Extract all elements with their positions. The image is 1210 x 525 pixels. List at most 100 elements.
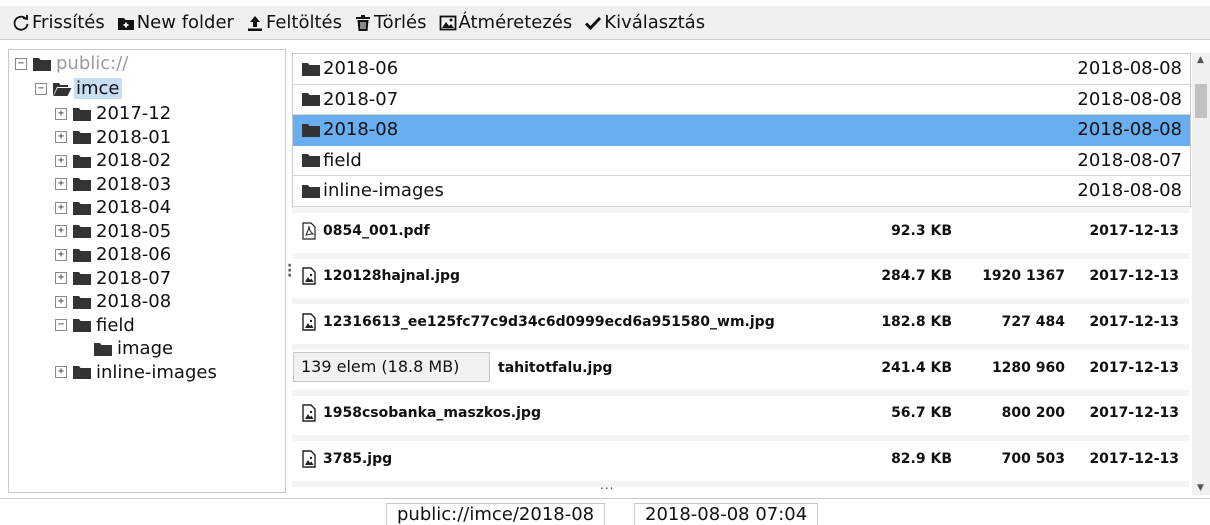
tree-node-root[interactable]: − public:// (15, 52, 130, 75)
file-size: 92.3 KB (891, 223, 952, 239)
expand-toggle-icon[interactable]: + (55, 248, 67, 261)
file-size: 56.7 KB (891, 405, 952, 421)
resize-button[interactable]: Átméretezés (439, 12, 572, 33)
file-row[interactable]: 1958csobanka_maszkos.jpg 56.7 KB 800 200… (292, 391, 1189, 435)
collapse-toggle-icon[interactable]: − (35, 82, 47, 95)
folder-name: 2018-06 (323, 58, 399, 80)
tree-label: 2017-12 (96, 103, 172, 124)
folder-row[interactable]: field 2018-08-07 (293, 146, 1190, 176)
file-row[interactable]: 0854_001.pdf 92.3 KB 2017-12-13 (292, 209, 1189, 253)
file-row[interactable]: 3785.jpg 82.9 KB 700 503 2017-12-13 (292, 437, 1189, 481)
folder-icon (301, 123, 321, 137)
image-file-icon (302, 313, 316, 331)
delete-label: Törlés (373, 12, 427, 33)
folder-icon (72, 248, 92, 262)
upload-icon (247, 15, 262, 31)
horizontal-splitter-handle[interactable]: ... (600, 478, 614, 492)
scroll-up-icon[interactable]: ▲ (1197, 55, 1204, 65)
expand-toggle-icon[interactable]: + (55, 366, 67, 378)
file-dimensions: 700 503 (1001, 451, 1065, 467)
file-name: 0854_001.pdf (323, 223, 430, 239)
expand-toggle-icon[interactable]: + (55, 201, 67, 214)
folder-date: 2018-08-07 (1077, 149, 1182, 171)
file-name: 12316613_ee125fc77c9d34c6d0999ecd6a95158… (323, 314, 775, 330)
image-file-icon (302, 450, 316, 468)
upload-button[interactable]: Feltöltés (246, 12, 342, 33)
select-label: Kiválasztás (604, 12, 706, 33)
folder-icon (72, 271, 92, 285)
status-bar: public://imce/2018-08 2018-08-08 07:04 (0, 498, 1210, 525)
tree-label: 2018-07 (96, 267, 172, 289)
folder-row[interactable]: 2018-06 2018-08-08 (293, 54, 1190, 85)
expand-toggle-icon[interactable]: + (55, 295, 67, 308)
folder-icon (301, 92, 321, 107)
current-path: public://imce/2018-08 (386, 503, 606, 525)
tree-node-2017-12[interactable]: + 2017-12 (55, 102, 173, 125)
tree-node-2018-02[interactable]: + 2018-02 (55, 149, 173, 172)
file-name: 120128hajnal.jpg (323, 268, 461, 284)
scroll-down-icon[interactable]: ▼ (1197, 483, 1204, 493)
file-list: 2018-06 2018-08-08 2018-07 2018-08-08 20… (292, 53, 1210, 495)
tree-label: inline-images (96, 361, 217, 383)
expand-toggle-icon[interactable]: + (55, 178, 67, 190)
new-folder-button[interactable]: New folder (117, 12, 234, 33)
refresh-label: Frissítés (32, 12, 105, 33)
checkmark-icon (585, 16, 602, 30)
tree-node-2018-06[interactable]: + 2018-06 (55, 243, 173, 266)
tree-node-imce[interactable]: − imce (35, 77, 122, 100)
collapse-toggle-icon[interactable]: − (55, 319, 67, 331)
expand-toggle-icon[interactable]: + (55, 131, 67, 143)
vertical-scrollbar[interactable]: ▲ ▼ (1192, 53, 1210, 495)
refresh-icon (13, 14, 29, 31)
file-row[interactable]: 120128hajnal.jpg 284.7 KB 1920 1367 2017… (292, 254, 1189, 298)
tree-node-2018-08[interactable]: + 2018-08 (55, 290, 173, 313)
tree-node-2018-01[interactable]: + 2018-01 (55, 126, 173, 149)
vertical-splitter-handle[interactable]: · · · (287, 259, 292, 283)
file-row[interactable]: 12316613_ee125fc77c9d34c6d0999ecd6a95158… (292, 300, 1189, 344)
folder-row[interactable]: 2018-07 2018-08-08 (293, 85, 1190, 115)
file-name: 1958csobanka_maszkos.jpg (323, 405, 541, 421)
tree-label: 2018-03 (96, 173, 172, 195)
folder-icon (72, 318, 92, 332)
tree-label: 2018-04 (96, 197, 172, 218)
refresh-button[interactable]: Frissítés (12, 12, 105, 33)
tree-node-field[interactable]: − field (55, 314, 137, 337)
toolbar: Frissítés New folder Feltöltés Törlés Át… (0, 6, 1210, 40)
folder-row[interactable]: inline-images 2018-08-08 (293, 176, 1190, 207)
upload-label: Feltöltés (265, 12, 342, 33)
file-date: 2017-12-13 (1089, 268, 1179, 284)
tree-label: 2018-08 (96, 291, 172, 312)
tree-node-2018-04[interactable]: + 2018-04 (55, 196, 173, 219)
collapse-toggle-icon[interactable]: − (15, 57, 27, 70)
tree-node-2018-03[interactable]: + 2018-03 (55, 173, 173, 196)
folder-icon (301, 184, 321, 198)
tree-node-2018-05[interactable]: + 2018-05 (55, 220, 173, 243)
file-size: 182.8 KB (881, 314, 952, 330)
tree-node-image[interactable]: image (93, 337, 175, 360)
folder-icon (72, 154, 92, 168)
tree-label: field (96, 314, 135, 336)
folder-name: 2018-07 (323, 88, 399, 110)
file-size: 82.9 KB (891, 451, 952, 467)
file-date: 2017-12-13 (1089, 360, 1179, 376)
folder-name: inline-images (323, 180, 444, 202)
expand-toggle-icon[interactable]: + (55, 107, 67, 120)
folder-icon (72, 295, 92, 309)
folder-row-selected[interactable]: 2018-08 2018-08-08 (293, 115, 1190, 146)
folder-icon (72, 224, 92, 238)
file-dimensions: 1280 960 (991, 360, 1065, 376)
select-button[interactable]: Kiválasztás (584, 12, 705, 33)
item-count-tooltip: 139 elem (18.8 MB) (293, 352, 490, 382)
folder-name: field (323, 149, 362, 171)
scrollbar-thumb[interactable] (1195, 84, 1207, 118)
expand-toggle-icon[interactable]: + (55, 272, 67, 284)
folder-icon (72, 130, 92, 144)
delete-button[interactable]: Törlés (354, 12, 427, 33)
folder-icon (72, 107, 92, 121)
expand-toggle-icon[interactable]: + (55, 225, 67, 237)
tree-node-2018-07[interactable]: + 2018-07 (55, 267, 173, 290)
tree-node-inline-images[interactable]: + inline-images (55, 361, 219, 384)
expand-toggle-icon[interactable]: + (55, 154, 67, 167)
folder-date: 2018-08-08 (1077, 58, 1182, 80)
tree-label-root: public:// (56, 53, 129, 74)
